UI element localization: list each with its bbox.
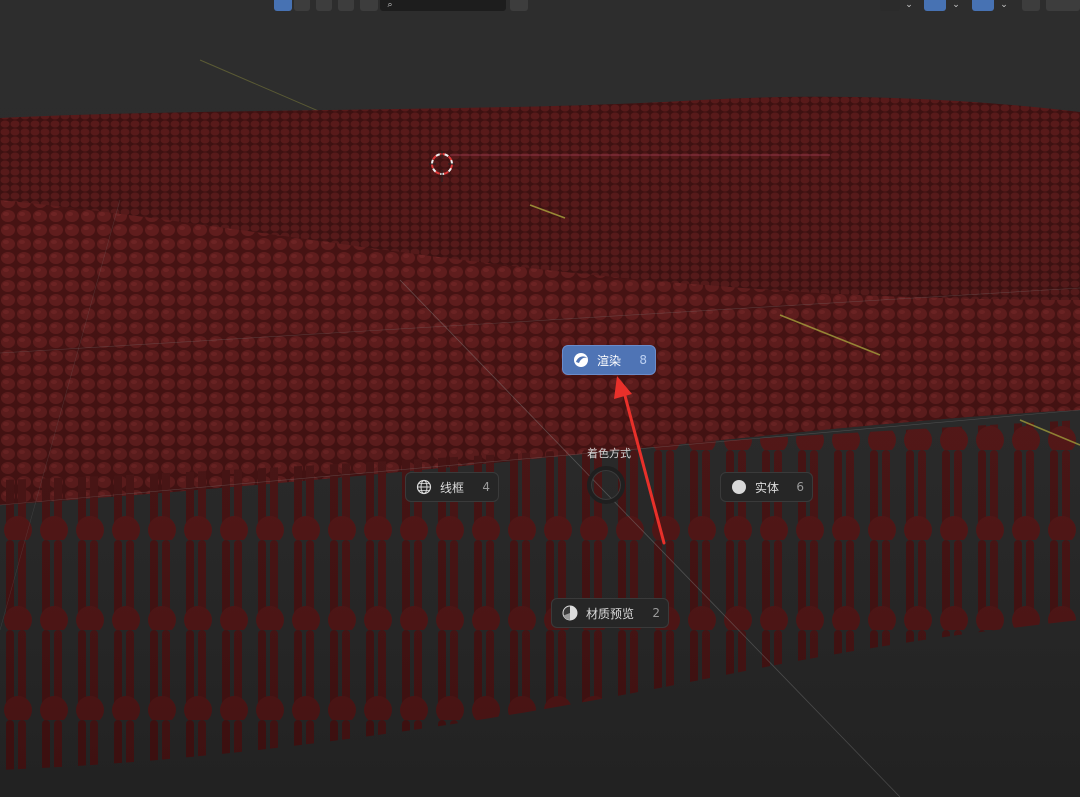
wireframe-globe-icon — [416, 479, 432, 495]
chevron-down-icon[interactable]: ⌄ — [997, 0, 1011, 11]
shading-solid-shortcut: 6 — [796, 480, 804, 494]
solid-sphere-icon — [732, 480, 746, 494]
overlay-toggle-icon[interactable] — [924, 0, 946, 11]
pie-menu-title: 着色方式 — [587, 447, 631, 460]
shading-solid-button[interactable]: 实体 6 — [720, 472, 813, 502]
shading-render-shortcut: 8 — [639, 353, 647, 367]
shading-material-preview-button[interactable]: 材质预览 2 — [551, 598, 669, 628]
xray-toggle-icon[interactable] — [972, 0, 994, 11]
shading-solid-label: 实体 — [755, 480, 780, 495]
search-field[interactable] — [380, 0, 506, 11]
solid-shading-icon[interactable] — [1046, 0, 1080, 11]
chevron-down-icon[interactable]: ⌄ — [949, 0, 963, 11]
render-sphere-icon — [574, 353, 588, 367]
collapse-icon[interactable] — [510, 0, 528, 11]
pie-menu-center-ring — [587, 466, 625, 504]
select-box-icon[interactable] — [274, 0, 292, 11]
search-icon: ⌕ — [387, 0, 393, 10]
wireframe-shading-icon[interactable] — [1022, 0, 1040, 11]
shading-render-button[interactable]: 渲染 8 — [562, 345, 656, 375]
shading-wireframe-shortcut: 4 — [482, 480, 490, 494]
viewport-scene — [0, 0, 1080, 797]
select-extend-icon[interactable] — [316, 0, 332, 11]
select-mode-icon[interactable] — [294, 0, 310, 11]
shading-wireframe-label: 线框 — [440, 480, 465, 495]
shading-material-preview-label: 材质预览 — [586, 606, 635, 621]
select-intersect-icon[interactable] — [360, 0, 378, 11]
chevron-down-icon[interactable]: ⌄ — [902, 0, 916, 11]
viewport-3d[interactable]: ⌕ ⌄ ⌄ ⌄ 着色方式 渲染 8 线框 4 实体 6 材质预览 2 — [0, 0, 1080, 797]
shading-render-label: 渲染 — [597, 353, 622, 368]
select-subtract-icon[interactable] — [338, 0, 354, 11]
material-preview-icon — [562, 605, 578, 621]
shading-wireframe-button[interactable]: 线框 4 — [405, 472, 499, 502]
gizmo-select-icon[interactable] — [880, 0, 900, 11]
viewport-header: ⌕ ⌄ ⌄ ⌄ — [0, 0, 1080, 12]
shading-material-preview-shortcut: 2 — [652, 606, 660, 620]
